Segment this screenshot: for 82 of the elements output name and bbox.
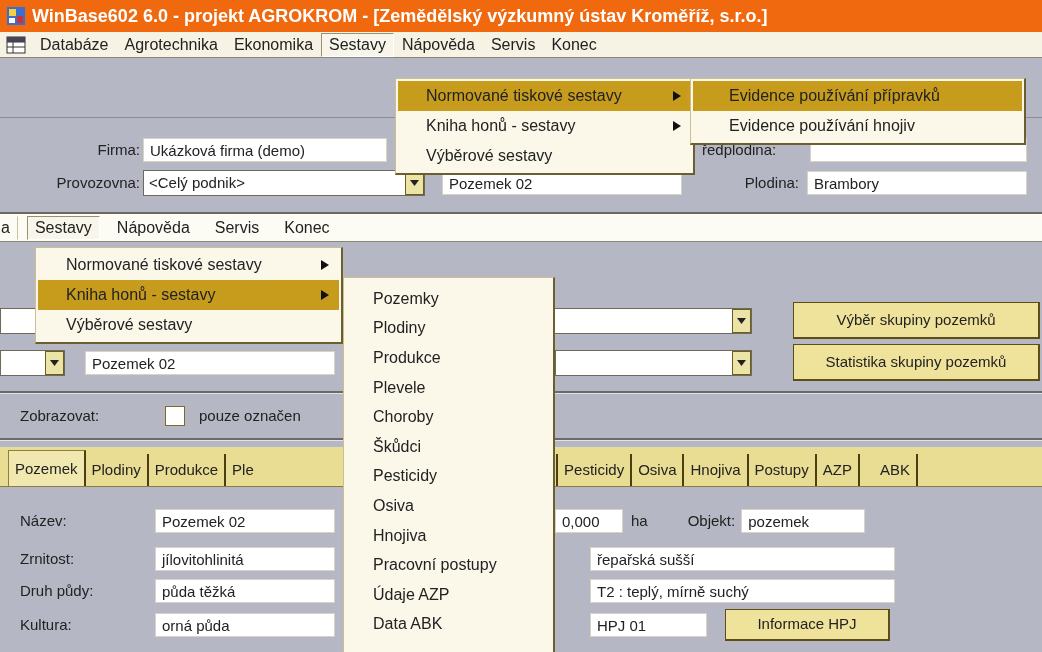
text-field[interactable]: Pozemek 02 <box>155 509 335 533</box>
caret-icon <box>737 317 746 324</box>
caret-icon <box>737 359 746 366</box>
menu-item[interactable]: Údaje AZP <box>346 579 551 610</box>
checkbox[interactable] <box>165 406 185 426</box>
table-icon <box>6 35 26 54</box>
field-label: Zobrazovat: <box>20 405 101 426</box>
menu-item[interactable]: Sestavy <box>321 32 394 57</box>
menu-item[interactable]: Normované tiskové sestavy <box>398 81 691 111</box>
text-field[interactable]: pozemek <box>741 509 866 533</box>
hpj-info-button[interactable]: Informace HPJ <box>725 609 890 641</box>
tab[interactable]: Postupy <box>748 454 817 486</box>
combo-box[interactable]: <Celý podnik> <box>143 170 425 196</box>
group-stats-button[interactable]: Statistika skupiny pozemků <box>793 344 1040 381</box>
text-field[interactable]: půda těžká <box>155 579 335 603</box>
tab[interactable]: Hnojiva <box>684 454 749 486</box>
menu-item[interactable]: Konec <box>276 215 338 240</box>
menu-item[interactable]: Normované tiskové sestavy <box>38 250 339 280</box>
menu-item[interactable]: Ekonomika <box>225 32 322 57</box>
text-field[interactable]: Brambory <box>807 171 1027 195</box>
menu-item[interactable]: Evidence používání přípravků <box>693 81 1022 111</box>
menu-item[interactable]: Osiva <box>346 491 551 521</box>
menu-item[interactable]: Data ABK <box>346 609 551 640</box>
app-icon <box>6 6 26 26</box>
dropdown-button[interactable] <box>732 350 751 375</box>
combo-box[interactable] <box>555 349 752 376</box>
text-field[interactable]: orná půda <box>155 613 335 637</box>
field-label: Plodina: <box>743 172 800 193</box>
dropdown-button[interactable] <box>45 350 64 375</box>
text-field[interactable]: řepařská sušší <box>590 547 895 571</box>
tab[interactable]: Produkce <box>148 454 227 486</box>
field-label: Provozovna: <box>55 172 141 193</box>
menu-item[interactable]: Pesticidy <box>346 461 551 492</box>
menu-item[interactable]: Produkce <box>346 343 551 373</box>
menu-item[interactable]: Pozemky <box>346 284 551 314</box>
menu-item[interactable]: Pracovní postupy <box>346 550 551 580</box>
tab[interactable]: Pesticidy <box>558 454 633 486</box>
field-label: ha <box>631 510 648 531</box>
menu-item[interactable]: Kniha honů - sestavy <box>398 111 691 141</box>
menu-item[interactable]: Evidence používání hnojiv <box>693 111 1022 141</box>
field-label: pouze označen <box>199 405 301 426</box>
field-label: Kultura: <box>20 614 73 635</box>
text-field[interactable]: 0,000 <box>555 509 623 533</box>
menu-item[interactable]: Agrotechnika <box>116 32 226 57</box>
menu-item[interactable]: Nápověda <box>108 215 198 240</box>
tab[interactable]: Osiva <box>632 454 685 486</box>
menu-item[interactable]: Plevele <box>346 372 551 403</box>
field-label: Název: <box>20 510 68 531</box>
tab[interactable]: AZP <box>816 454 860 486</box>
text-field[interactable]: Pozemek 02 <box>85 350 335 375</box>
caret-icon <box>50 359 59 366</box>
menu-item[interactable]: Nápověda <box>393 32 483 57</box>
field-label: Objekt: <box>687 510 736 531</box>
menu-item[interactable]: Kniha honů - sestavy <box>38 280 339 310</box>
field-label: Firma: <box>96 139 141 160</box>
tab[interactable]: Pozemek <box>8 450 86 486</box>
menu-item[interactable]: Servis <box>482 32 544 57</box>
menu-item[interactable]: Hnojiva <box>346 520 551 551</box>
menu-item[interactable]: Škůdci <box>346 431 551 462</box>
text-field[interactable]: Ukázková firma (demo) <box>143 138 387 162</box>
tab[interactable]: ABK <box>873 454 918 486</box>
menu-item[interactable]: Výběrové sestavy <box>38 310 339 340</box>
field-label: Zrnitost: <box>20 548 76 569</box>
text-field[interactable]: HPJ 01 <box>590 613 707 637</box>
menu-item[interactable]: a <box>0 215 18 240</box>
dropdown-button[interactable] <box>732 308 751 333</box>
combo-box[interactable] <box>0 349 65 376</box>
field-label: ředplodina: <box>702 139 778 160</box>
caret-icon <box>410 180 419 186</box>
text-field[interactable]: jílovitohlinitá <box>155 547 335 571</box>
menu-item[interactable]: Databáze <box>32 32 117 57</box>
field-label: Druh půdy: <box>20 580 95 601</box>
menu-item[interactable]: Konec <box>543 32 605 57</box>
window-title: WinBase602 6.0 - projekt AGROKROM - [Zemědělský výzkumný ústav Kroměříž, s.r.o.] <box>32 4 768 28</box>
menu-item[interactable]: Choroby <box>346 402 551 432</box>
group-select-button[interactable]: Výběr skupiny pozemků <box>793 302 1040 339</box>
menu-item[interactable]: Sestavy <box>26 215 100 240</box>
text-field[interactable]: T2 : teplý, mírně suchý <box>590 579 895 603</box>
menu-item[interactable]: Servis <box>206 215 268 240</box>
menu-item[interactable]: Výběrové sestavy <box>398 141 691 171</box>
menu-item[interactable]: Plodiny <box>346 313 551 344</box>
tab[interactable]: Plodiny <box>85 454 149 486</box>
